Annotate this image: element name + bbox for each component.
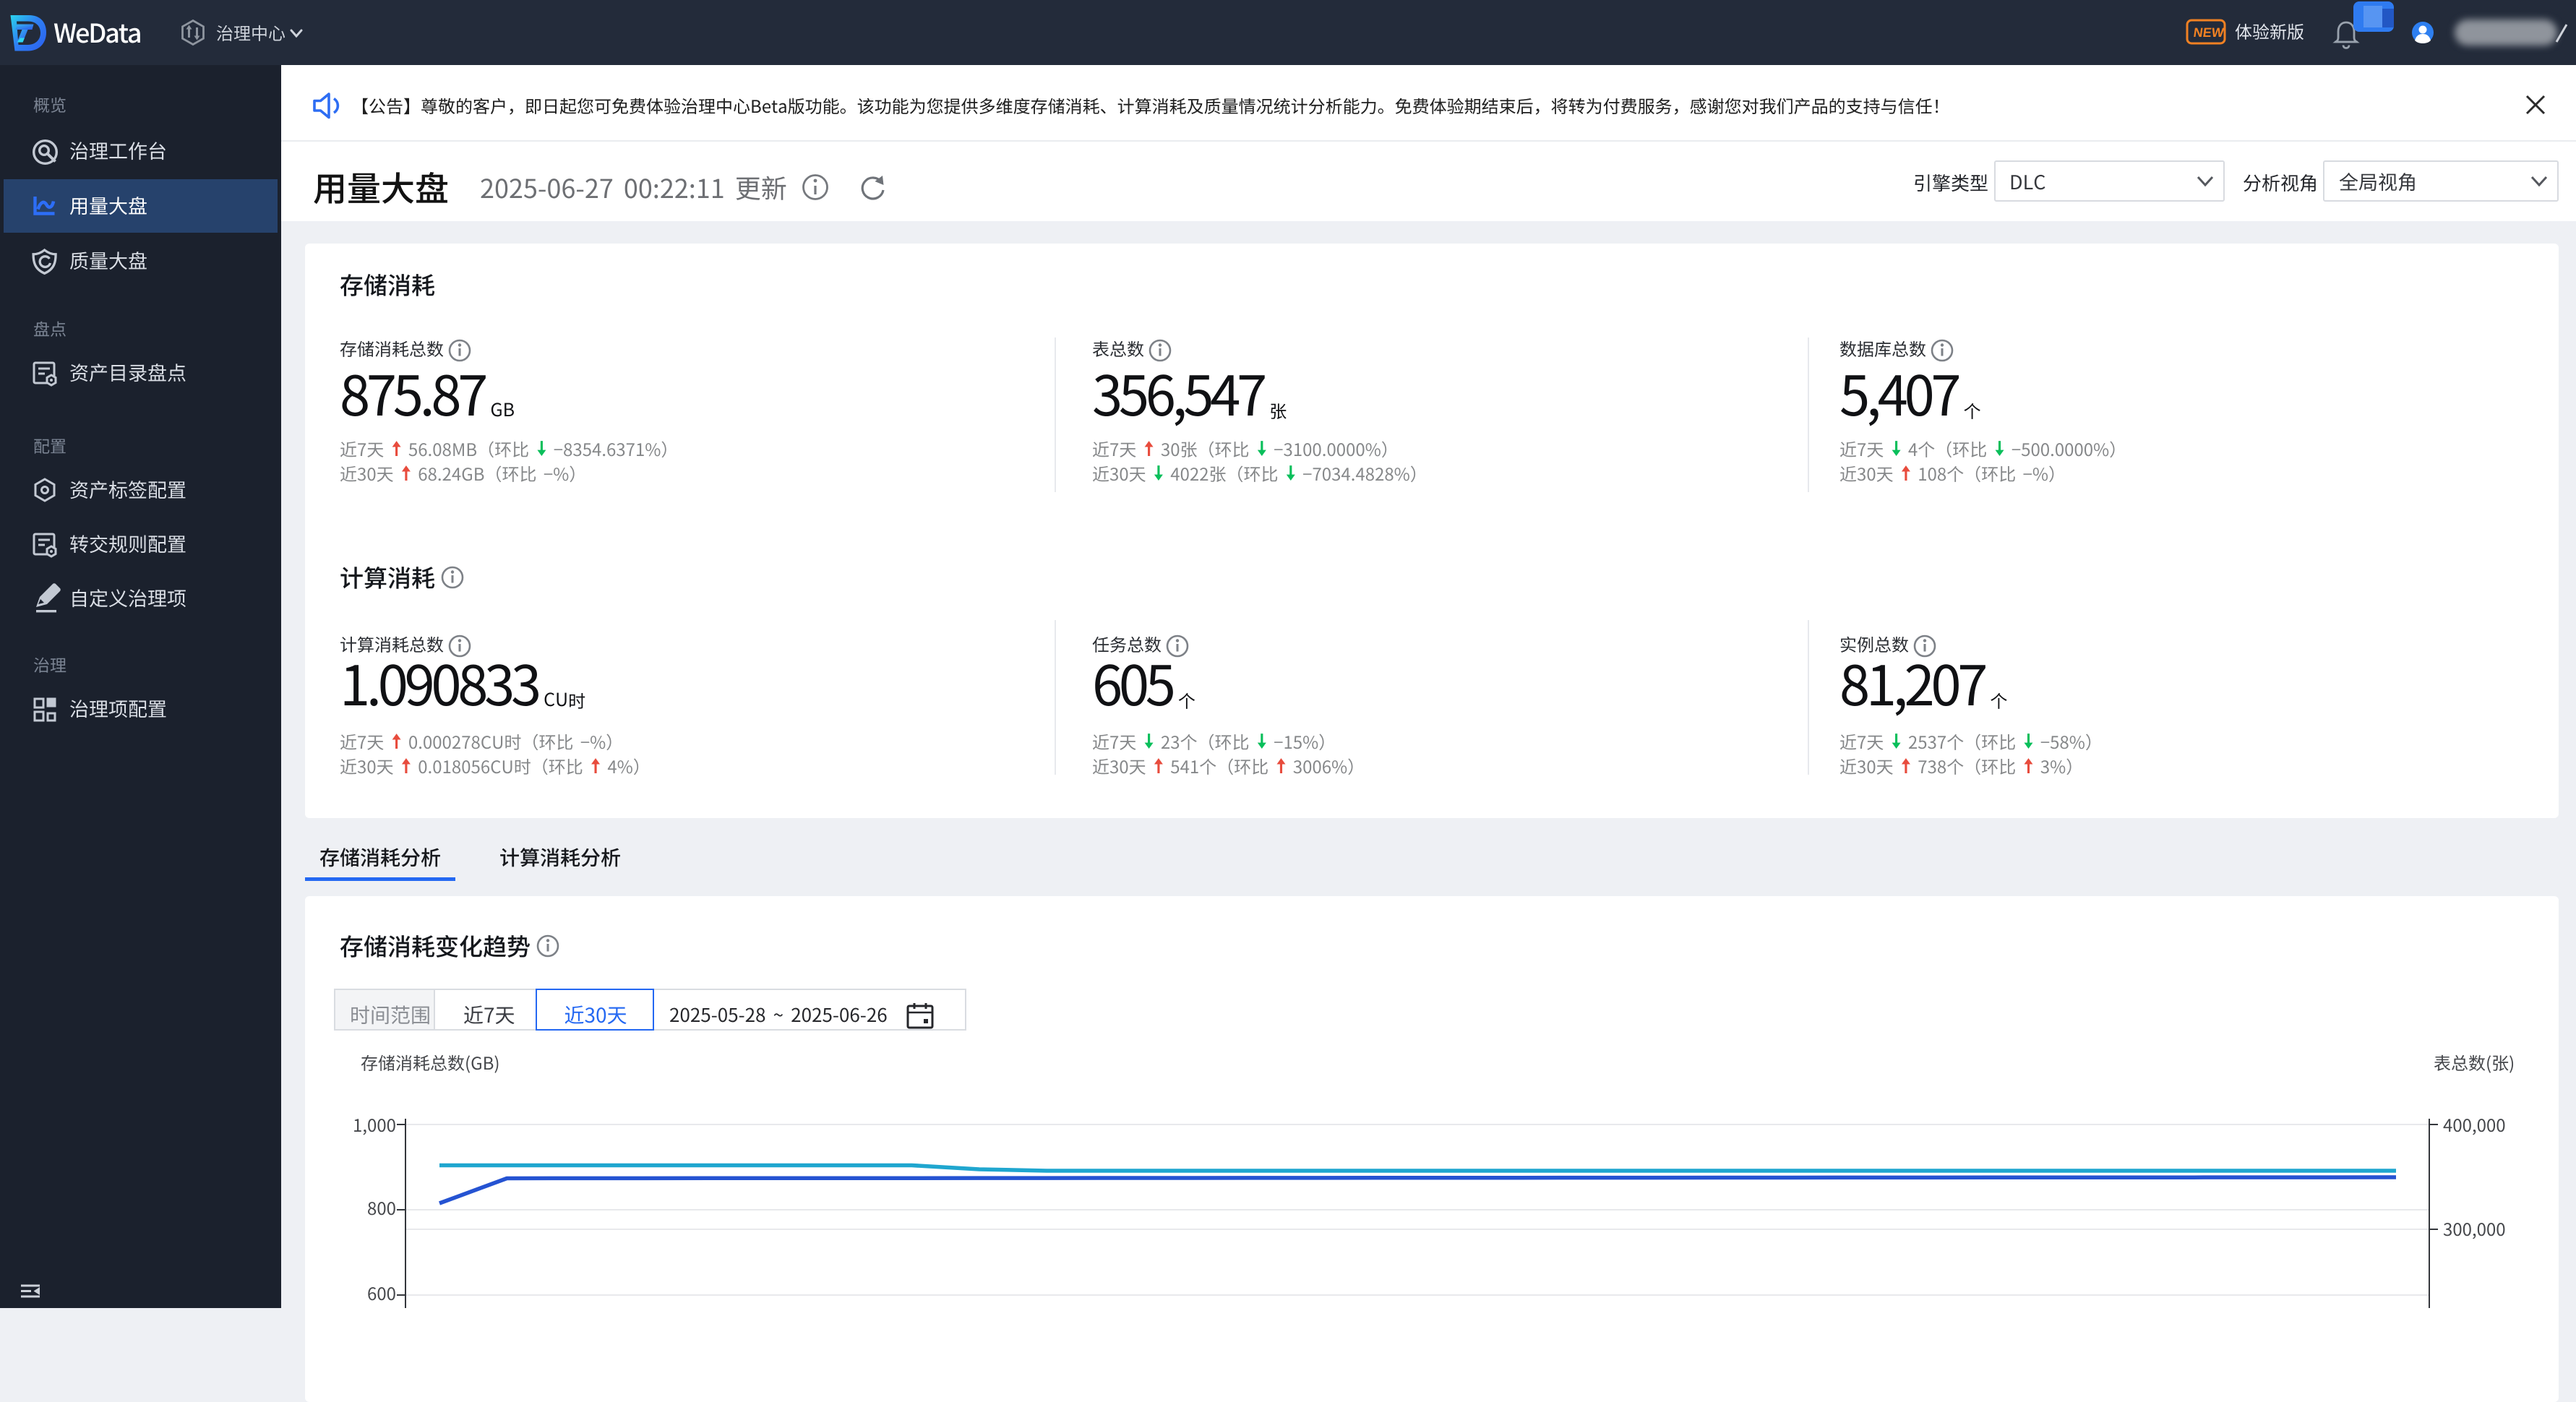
svg-text:NEW: NEW [2192, 25, 2225, 40]
